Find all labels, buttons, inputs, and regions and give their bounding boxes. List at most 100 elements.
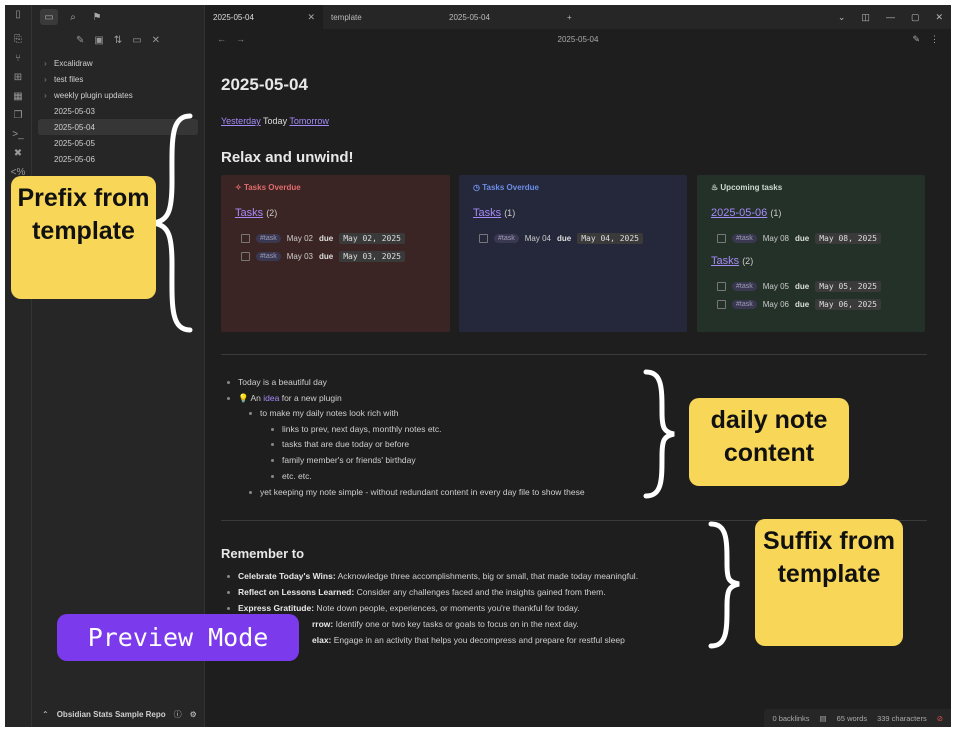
chevron-icon: ⌃ <box>42 709 49 719</box>
lightbulb-icon: 💡 <box>238 393 249 403</box>
minimize-icon[interactable]: — <box>886 12 895 22</box>
list-item: tasks that are due today or before <box>271 439 409 449</box>
warning-icon: ✧ <box>235 183 244 192</box>
card-header: ♨ Upcoming tasks <box>711 183 783 192</box>
task-checkbox[interactable] <box>717 233 726 243</box>
sidebar-header: ▭ ⌕ ⚑ <box>32 5 204 29</box>
status-bar: 0 backlinks ▤ 65 words 339 characters ⊘ <box>764 709 951 727</box>
page-title: 2025-05-04 <box>221 75 308 94</box>
card-section: Tasks (2) <box>711 255 754 267</box>
tab-active[interactable]: 2025-05-04 ✕ <box>205 5 323 29</box>
terminal-icon[interactable]: >_ <box>5 125 31 144</box>
tomorrow-link[interactable]: Tomorrow <box>289 116 329 126</box>
close-icon[interactable]: ✕ <box>935 12 943 23</box>
list-item: Today is a beautiful day <box>227 377 327 387</box>
canvas-icon[interactable]: ⊞ <box>5 68 31 87</box>
tasks-link[interactable]: Tasks <box>711 255 739 267</box>
tree-item-folder[interactable]: › test files <box>38 71 198 87</box>
tasks-link[interactable]: Tasks <box>473 207 501 219</box>
task-list: #task May 02 due May 02, 2025 #task May 03 du… <box>235 229 436 265</box>
tab-note[interactable]: 2025-05-04 <box>441 5 559 29</box>
view-header: ← → 2025-05-04 ✎ ⋮ <box>205 29 951 49</box>
task-checkbox[interactable] <box>241 233 250 243</box>
card-header: ✧ Tasks Overdue <box>235 183 301 192</box>
relax-heading: Relax and unwind! <box>221 149 354 166</box>
backlinks-count[interactable]: 0 backlinks <box>772 714 809 723</box>
chevron-right-icon: › <box>44 74 47 84</box>
close-tab-icon[interactable]: ✕ <box>307 12 315 23</box>
task-checkbox[interactable] <box>717 281 726 291</box>
task-list: #task May 04 due May 04, 2025 <box>473 229 673 247</box>
upcoming-tasks-card: ♨ Upcoming tasks 2025-05-06 (1) #task May… <box>697 175 925 332</box>
right-brace-suffix <box>708 521 740 649</box>
list-item: family member's or friends' birthday <box>271 455 416 465</box>
list-item: elax: Engage in an activity that helps y… <box>312 635 625 645</box>
vault-switcher[interactable]: ⌃ Obsidian Stats Sample Repo ⓘ ⚙ <box>32 705 204 723</box>
bookmark-icon[interactable]: ⚑ <box>88 9 106 25</box>
calendar-icon[interactable]: ▦ <box>5 87 31 106</box>
preview-mode-label: Preview Mode <box>57 614 299 661</box>
templates-icon[interactable]: ❐ <box>5 106 31 125</box>
task-list: #task May 05 due May 05, 2025 #task May 06 du… <box>711 277 911 313</box>
help-icon[interactable]: ⓘ <box>174 709 182 720</box>
tree-item-folder[interactable]: › Excalidraw <box>38 55 198 71</box>
idea-link[interactable]: idea <box>263 393 279 403</box>
tree-item-folder[interactable]: › weekly plugin updates <box>38 87 198 103</box>
task-list: #task May 08 due May 08, 2025 <box>711 229 911 247</box>
character-count: 339 characters <box>877 713 927 723</box>
forward-icon[interactable]: → <box>236 34 245 44</box>
view-title[interactable]: 2025-05-04 <box>205 35 951 44</box>
list-item: Celebrate Today's Wins: Acknowledge thre… <box>227 571 638 581</box>
new-tab-icon[interactable]: + <box>559 5 580 29</box>
left-brace-prefix <box>153 113 193 333</box>
tab-bar: 2025-05-04 ✕ template 2025-05-04 + ⌄ ◫ — … <box>205 5 951 29</box>
tasks-link[interactable]: Tasks <box>235 207 263 219</box>
task-item: #task May 06 due May 06, 2025 <box>711 295 911 313</box>
back-icon[interactable]: ← <box>217 34 226 44</box>
card-section: 2025-05-06 (1) <box>711 207 782 219</box>
window-controls: ⌄ ◫ — ▢ ✕ <box>838 5 943 29</box>
new-note-icon[interactable]: ⎘ <box>5 30 31 49</box>
date-link[interactable]: 2025-05-06 <box>711 207 767 219</box>
task-item: #task May 05 due May 05, 2025 <box>711 277 911 295</box>
sort-icon[interactable]: ⇅ <box>114 35 122 46</box>
edit-icon[interactable]: ✎ <box>912 34 920 45</box>
close-icon[interactable]: ✕ <box>152 35 160 46</box>
new-folder-icon[interactable]: ▣ <box>94 35 103 46</box>
task-item: #task May 08 due May 08, 2025 <box>711 229 911 247</box>
remember-heading: Remember to <box>221 546 305 561</box>
sidebar-toggle-icon[interactable]: ▯ <box>5 5 31 24</box>
card-section: Tasks (2) <box>235 207 278 219</box>
list-item: 💡 An idea for a new plugin <box>227 393 342 404</box>
chevron-down-icon[interactable]: ⌄ <box>838 12 846 23</box>
book-icon[interactable]: ▤ <box>820 714 827 723</box>
tab-template[interactable]: template <box>323 5 441 29</box>
day-navigation: Yesterday Today Tomorrow <box>221 116 329 126</box>
divider <box>221 354 927 355</box>
split-icon[interactable]: ◫ <box>861 12 870 23</box>
search-icon[interactable]: ⌕ <box>64 9 82 25</box>
task-checkbox[interactable] <box>479 233 488 243</box>
tools-icon[interactable]: ✖ <box>5 144 31 163</box>
yesterday-link[interactable]: Yesterday <box>221 116 261 126</box>
folder-icon[interactable]: ▭ <box>40 9 58 25</box>
list-item: Reflect on Lessons Learned: Consider any… <box>227 587 606 597</box>
task-checkbox[interactable] <box>241 251 250 261</box>
task-item: #task May 02 due May 02, 2025 <box>235 229 436 247</box>
more-options-icon[interactable]: ⋮ <box>930 34 939 45</box>
card-header: ◷ Tasks Overdue <box>473 183 539 192</box>
card-section: Tasks (1) <box>473 207 516 219</box>
suffix-label: Suffix from template <box>755 519 903 646</box>
flame-icon: ♨ <box>711 183 721 192</box>
prefix-label: Prefix from template <box>11 176 156 299</box>
sync-icon[interactable]: ⊘ <box>937 714 943 723</box>
collapse-icon[interactable]: ▭ <box>132 35 141 46</box>
overdue-tasks-card: ✧ Tasks Overdue Tasks (2) #task May 02 due… <box>221 175 450 332</box>
maximize-icon[interactable]: ▢ <box>911 12 920 23</box>
graph-icon[interactable]: ⑂ <box>5 49 31 68</box>
gear-icon[interactable]: ⚙ <box>190 710 197 719</box>
new-note-icon[interactable]: ✎ <box>76 35 84 46</box>
list-item: rrow: Identify one or two key tasks or g… <box>312 619 579 629</box>
list-item: to make my daily notes look rich with <box>249 408 398 418</box>
task-checkbox[interactable] <box>717 299 726 309</box>
